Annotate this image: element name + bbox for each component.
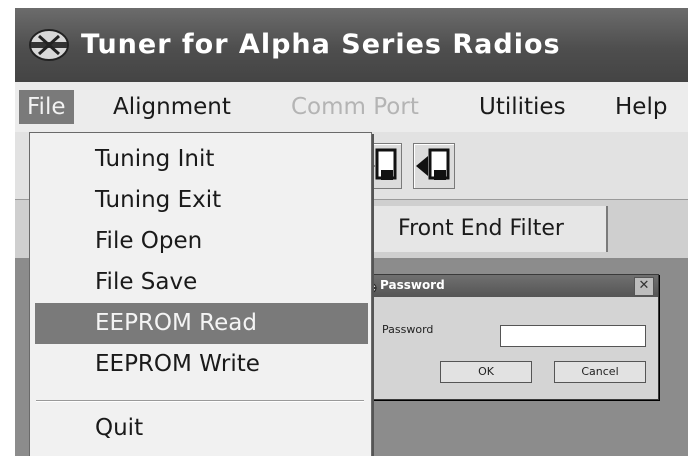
application-window: Tuner for Alpha Series Radios File Align… [15, 8, 688, 456]
menu-item-quit[interactable]: Quit [35, 408, 368, 449]
menu-comm-port: Comm Port [291, 94, 419, 120]
password-dialog: Password ✕ Password OK Cancel [357, 274, 659, 400]
menu-item-tuning-exit[interactable]: Tuning Exit [35, 180, 368, 221]
menu-separator [36, 400, 364, 402]
menu-item-file-save[interactable]: File Save [35, 262, 368, 303]
menu-help[interactable]: Help [607, 90, 675, 124]
menu-item-eeprom-write[interactable]: EEPROM Write [35, 344, 368, 385]
cancel-button[interactable]: Cancel [554, 361, 646, 383]
password-field[interactable] [500, 325, 646, 347]
menu-bar: File Alignment Comm Port Utilities Help [15, 82, 688, 132]
read-from-radio-button[interactable] [413, 143, 455, 189]
menu-utilities[interactable]: Utilities [471, 90, 574, 124]
dialog-title-bar: Password ✕ [358, 275, 658, 297]
password-label: Password [382, 323, 434, 336]
dialog-title: Password [380, 278, 445, 292]
menu-item-file-open[interactable]: File Open [35, 221, 368, 262]
arrow-left-from-device-icon [414, 148, 454, 192]
window-title: Tuner for Alpha Series Radios [81, 29, 561, 60]
menu-file[interactable]: File [19, 90, 74, 124]
close-icon[interactable]: ✕ [634, 277, 654, 296]
menu-item-tuning-init[interactable]: Tuning Init [35, 139, 368, 180]
file-dropdown-menu: Tuning Init Tuning Exit File Open File S… [29, 132, 372, 456]
title-bar: Tuner for Alpha Series Radios [15, 8, 688, 82]
ok-button[interactable]: OK [440, 361, 532, 383]
menu-item-eeprom-read[interactable]: EEPROM Read [35, 303, 368, 344]
radio-tuner-icon [27, 26, 71, 68]
menu-alignment[interactable]: Alignment [105, 90, 239, 124]
tab-front-end-filter[interactable]: Front End Filter [355, 206, 608, 252]
